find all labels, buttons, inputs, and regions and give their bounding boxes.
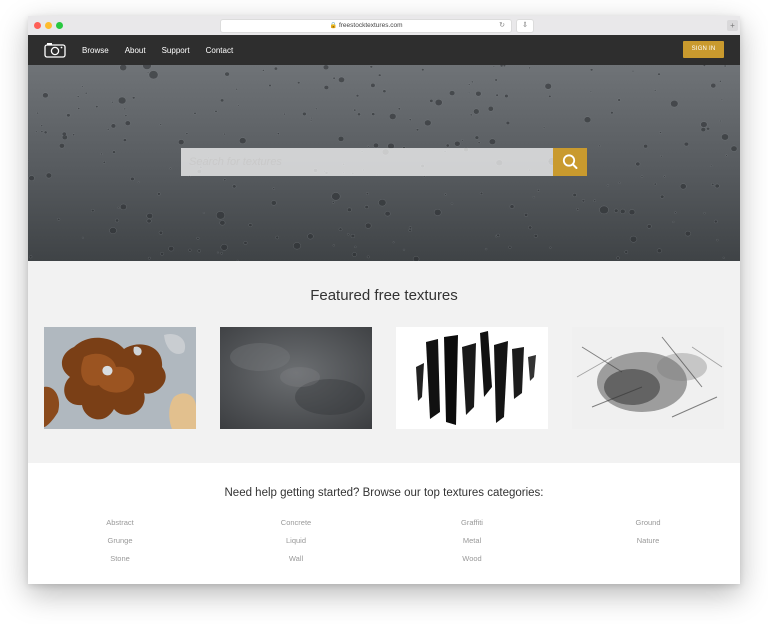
url-text: freestocktextures.com bbox=[338, 22, 403, 29]
search-icon bbox=[562, 154, 578, 169]
nav-links: Browse About Support Contact bbox=[82, 35, 249, 65]
browser-toolbar: 🔒 freestocktextures.com ↻ ⇩ + bbox=[28, 16, 740, 36]
category-wall[interactable]: Wall bbox=[236, 554, 356, 563]
sign-in-button[interactable]: SIGN IN bbox=[683, 41, 724, 58]
category-graffiti[interactable]: Graffiti bbox=[412, 518, 532, 527]
reload-icon[interactable]: ↻ bbox=[499, 20, 505, 32]
nav-about[interactable]: About bbox=[125, 46, 146, 55]
featured-section: Featured free textures bbox=[28, 261, 740, 463]
category-nature[interactable]: Nature bbox=[588, 536, 708, 545]
categories-section: Need help getting started? Browse our to… bbox=[28, 463, 740, 584]
nav-contact[interactable]: Contact bbox=[206, 46, 234, 55]
category-abstract[interactable]: Abstract bbox=[60, 518, 180, 527]
close-window-button[interactable] bbox=[34, 22, 41, 29]
search-button[interactable] bbox=[553, 148, 587, 176]
browser-window: 🔒 freestocktextures.com ↻ ⇩ + Browse Abou… bbox=[28, 16, 740, 584]
category-liquid[interactable]: Liquid bbox=[236, 536, 356, 545]
featured-title: Featured free textures bbox=[310, 287, 458, 304]
site-navbar: Browse About Support Contact SIGN IN bbox=[28, 35, 740, 65]
grunge-texture-thumbnail[interactable] bbox=[572, 327, 724, 429]
rust-texture-thumbnail[interactable] bbox=[44, 327, 196, 429]
category-grunge[interactable]: Grunge bbox=[60, 536, 180, 545]
nav-browse[interactable]: Browse bbox=[82, 46, 109, 55]
categories-title: Need help getting started? Browse our to… bbox=[224, 487, 544, 499]
category-stone[interactable]: Stone bbox=[60, 554, 180, 563]
maximize-window-button[interactable] bbox=[56, 22, 63, 29]
download-icon[interactable]: ⇩ bbox=[516, 19, 534, 33]
lock-icon: 🔒 bbox=[329, 23, 337, 29]
minimize-window-button[interactable] bbox=[45, 22, 52, 29]
category-wood[interactable]: Wood bbox=[412, 554, 532, 563]
concrete-texture-thumbnail[interactable] bbox=[220, 327, 372, 429]
address-bar[interactable]: 🔒 freestocktextures.com ↻ bbox=[220, 19, 512, 33]
new-tab-icon[interactable]: + bbox=[727, 20, 738, 31]
hero-banner bbox=[28, 65, 740, 261]
search-input[interactable] bbox=[181, 148, 553, 176]
category-metal[interactable]: Metal bbox=[412, 536, 532, 545]
category-concrete[interactable]: Concrete bbox=[236, 518, 356, 527]
camera-logo-icon[interactable] bbox=[44, 42, 66, 58]
nav-support[interactable]: Support bbox=[162, 46, 190, 55]
category-ground[interactable]: Ground bbox=[588, 518, 708, 527]
brush-stroke-texture-thumbnail[interactable] bbox=[396, 327, 548, 429]
